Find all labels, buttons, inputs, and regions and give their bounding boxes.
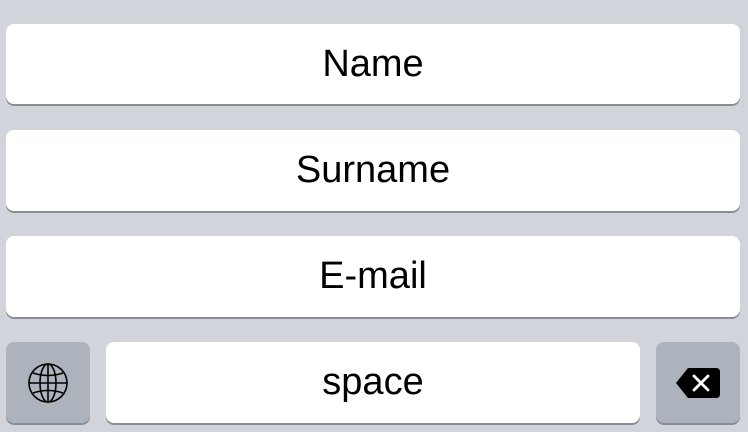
key-surname[interactable]: Surname bbox=[6, 130, 740, 211]
key-email-label: E-mail bbox=[319, 255, 427, 297]
globe-icon bbox=[27, 362, 69, 404]
backspace-icon bbox=[674, 366, 722, 400]
key-name-label: Name bbox=[322, 42, 424, 85]
delete-key[interactable] bbox=[656, 342, 740, 423]
space-key[interactable]: space bbox=[106, 342, 640, 423]
key-email[interactable]: E-mail bbox=[6, 236, 740, 317]
space-key-label: space bbox=[322, 361, 424, 403]
key-name[interactable]: Name bbox=[6, 24, 740, 104]
globe-key[interactable] bbox=[6, 342, 90, 423]
custom-keyboard: Name Surname E-mail space bbox=[0, 0, 748, 432]
key-surname-label: Surname bbox=[295, 149, 451, 191]
